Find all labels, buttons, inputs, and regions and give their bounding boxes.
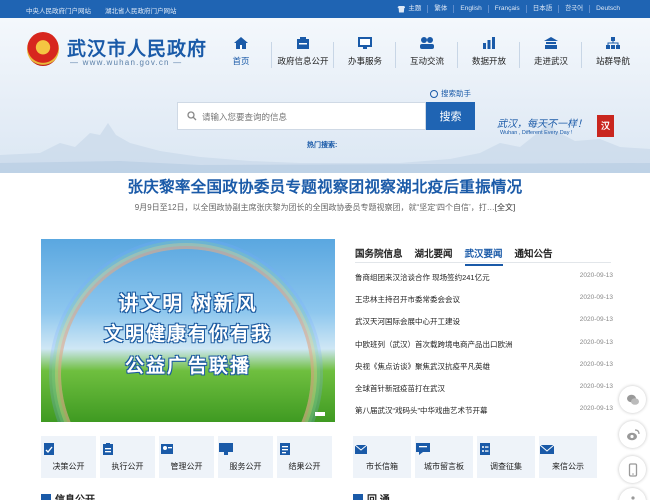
accessibility-float-button[interactable]: [619, 488, 646, 500]
link-central-gov[interactable]: 中央人民政府门户网站: [26, 5, 91, 15]
national-emblem-logo: [27, 32, 59, 66]
nav-sitemap[interactable]: 站群导航: [582, 36, 644, 67]
lang-japanese[interactable]: 日本語: [525, 5, 559, 13]
full-text-link[interactable]: [全文]: [495, 203, 515, 212]
list-item[interactable]: 鲁商组团来汉洽谈合作 现场签约241亿元 2020-09-13: [355, 272, 613, 294]
lang-traditional[interactable]: 繁体: [427, 5, 453, 13]
headline-summary: 9月9日至12日，以全国政协副主席张庆黎为团长的全国政协委员专题视察团，就“坚定…: [134, 203, 516, 212]
message-board-icon: [415, 442, 473, 456]
list-item[interactable]: 全球首针新冠疫苗打在武汉 2020-09-13: [355, 383, 613, 405]
monitor-icon: [218, 442, 273, 456]
header-region: 武汉市人民政府 — www.wuhan.gov.cn — 首页 政府信息公开 办…: [0, 18, 650, 173]
link-hubei-gov[interactable]: 湖北省人民政府门户网站: [105, 5, 177, 15]
sitemap-icon: [605, 36, 621, 50]
banner-line-3: 公益广告联播: [124, 356, 251, 377]
search-button[interactable]: 搜索: [426, 102, 475, 130]
mobile-phone-icon: [628, 462, 637, 477]
search-icon: [187, 111, 197, 121]
tile-service[interactable]: 服务公开: [218, 436, 273, 478]
lang-korean[interactable]: 한국어: [558, 5, 589, 13]
nav-home[interactable]: 首页: [210, 36, 272, 68]
tile-management[interactable]: 管理公开: [159, 436, 214, 478]
banner-line-1: 讲文明 树新风: [118, 293, 258, 315]
banner-pager-indicator[interactable]: [315, 412, 325, 416]
section-marker-icon: [353, 493, 363, 500]
search-input[interactable]: [202, 108, 422, 126]
site-url: — www.wuhan.gov.cn —: [70, 58, 183, 67]
wechat-float-button[interactable]: [619, 386, 646, 413]
search-box: [177, 102, 426, 130]
search-helper-link[interactable]: 搜索助手: [430, 88, 471, 99]
section-marker-icon: [41, 493, 51, 500]
data-icon: [481, 36, 497, 50]
person-card-icon: [159, 442, 214, 456]
weibo-float-button[interactable]: [619, 421, 646, 448]
city-icon: [543, 36, 559, 50]
interaction-icon: [419, 36, 435, 50]
tile-mayor-mailbox[interactable]: 市长信箱: [353, 436, 411, 478]
headline-title[interactable]: 张庆黎率全国政协委员专题视察团视察湖北疫后重振情况: [0, 175, 650, 197]
list-item[interactable]: 央视《焦点访谈》聚焦武汉抗疫平凡英雄 2020-09-13: [355, 361, 613, 383]
tab-notices[interactable]: 通知公告: [515, 246, 553, 266]
survey-icon: [477, 442, 535, 456]
home-icon: [233, 36, 249, 50]
city-slogan-en: Wuhan , Different Every Day !: [500, 130, 573, 136]
top-utility-bar: 中央人民政府门户网站 湖北省人民政府门户网站 主题 繁体 English Fra…: [0, 0, 650, 18]
section-interaction: 回 通: [353, 491, 390, 500]
tile-execution[interactable]: 执行公开: [100, 436, 155, 478]
tab-wuhan-news[interactable]: 武汉要闻: [464, 246, 503, 266]
tile-letter-publicity[interactable]: 来信公示: [539, 436, 597, 478]
lang-english[interactable]: English: [453, 5, 487, 13]
search-bar: 搜索: [177, 102, 475, 130]
hot-search-label: 热门搜索:: [307, 142, 338, 149]
news-list: 鲁商组团来汉洽谈合作 现场签约241亿元 2020-09-13 王忠林主持召开市委…: [355, 272, 613, 427]
tabs-divider: [355, 262, 611, 263]
lang-german[interactable]: Deutsch: [589, 5, 626, 13]
info-disclosure-icon: [295, 36, 311, 50]
list-item[interactable]: 武汉天河国际会展中心开工建设 2020-09-13: [355, 316, 613, 338]
list-item[interactable]: 王忠林主持召开市委常委会会议 2020-09-13: [355, 294, 613, 316]
main-nav: 首页 政府信息公开 办事服务 互动交流 数据开放 走进武汉 站群导航: [210, 36, 644, 68]
mobile-float-button[interactable]: [619, 456, 646, 483]
mail-person-icon: [353, 442, 411, 456]
nav-about-wuhan[interactable]: 走进武汉: [520, 36, 582, 68]
accessibility-icon: [628, 495, 637, 500]
interaction-tiles: 市长信箱 城市留言板 调查征集 来信公示: [353, 436, 597, 478]
service-icon: [357, 36, 373, 50]
nav-info-disclosure[interactable]: 政府信息公开: [272, 36, 334, 68]
wechat-icon: [626, 394, 639, 405]
promo-banner[interactable]: 讲文明 树新风 文明健康有你有我 公益广告联播: [41, 239, 335, 422]
banner-line-2: 文明健康有你有我: [103, 324, 272, 345]
document-check-icon: [41, 442, 96, 456]
shirt-icon: [397, 5, 406, 13]
tab-hubei-news[interactable]: 湖北要闻: [415, 246, 453, 266]
city-slogan: 武汉，每天不一样！: [497, 119, 587, 130]
tab-state-council[interactable]: 国务院信息: [355, 246, 403, 266]
nav-interaction[interactable]: 互动交流: [396, 36, 458, 68]
envelope-icon: [539, 442, 597, 456]
tile-message-board[interactable]: 城市留言板: [415, 436, 473, 478]
disclosure-tiles: 决策公开 执行公开 管理公开 服务公开 结果公开: [41, 436, 332, 478]
slogan-seal-logo: 汉: [597, 115, 614, 137]
list-item[interactable]: 第八届武汉“戏码头”中华戏曲艺术节开幕 2020-09-13: [355, 405, 613, 427]
lang-french[interactable]: Français: [487, 5, 526, 13]
theme-switch[interactable]: 主题: [391, 5, 427, 13]
weibo-icon: [626, 428, 640, 440]
nav-services[interactable]: 办事服务: [334, 36, 396, 68]
section-info-disclosure: 信息公开: [41, 491, 95, 500]
document-list-icon: [277, 442, 332, 456]
site-name[interactable]: 武汉市人民政府: [67, 34, 207, 61]
tile-results[interactable]: 结果公开: [277, 436, 332, 478]
search-helper-icon: [430, 89, 438, 98]
news-tabs: 国务院信息 湖北要闻 武汉要闻 通知公告: [355, 246, 553, 266]
tile-survey[interactable]: 调查征集: [477, 436, 535, 478]
tile-decision[interactable]: 决策公开: [41, 436, 96, 478]
nav-open-data[interactable]: 数据开放: [458, 36, 520, 68]
clipboard-icon: [100, 442, 155, 456]
list-item[interactable]: 中欧班列（武汉）首次载跨境电商产品出口欧洲 2020-09-13: [355, 339, 613, 361]
